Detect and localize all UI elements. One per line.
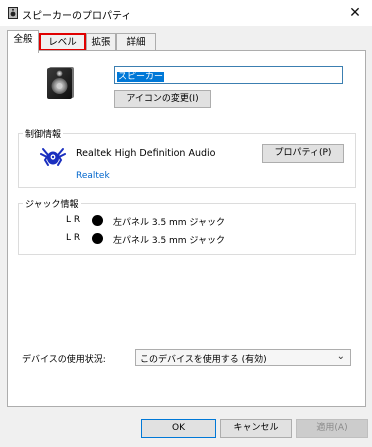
device-usage-select[interactable]: このデバイスを使用する (有効) ⌄ xyxy=(135,349,351,366)
device-usage-value: このデバイスを使用する (有効) xyxy=(140,355,267,365)
device-name-text: スピーカー xyxy=(117,72,165,82)
ok-button[interactable]: OK xyxy=(141,419,216,438)
tab-levels[interactable]: レベル xyxy=(39,33,86,51)
close-icon[interactable]: ✕ xyxy=(344,4,366,22)
window-title: スピーカーのプロパティ xyxy=(22,11,132,22)
change-icon-button[interactable]: アイコンの変更(I) xyxy=(114,90,211,108)
apply-button[interactable]: 適用(A) xyxy=(296,419,368,438)
tab-advanced[interactable]: 詳細 xyxy=(116,33,156,51)
tab-general[interactable]: 全般 xyxy=(7,30,39,53)
title-bar: スピーカーのプロパティ ✕ xyxy=(0,0,372,26)
chevron-down-icon: ⌄ xyxy=(336,351,345,362)
cancel-button[interactable]: キャンセル xyxy=(220,419,292,438)
realtek-link[interactable]: Realtek xyxy=(76,171,110,181)
device-name-input[interactable]: スピーカー xyxy=(114,66,343,84)
properties-button[interactable]: プロパティ(P) xyxy=(262,144,344,163)
speaker-icon xyxy=(8,7,18,19)
tab-enhancements[interactable]: 拡張 xyxy=(86,33,116,51)
